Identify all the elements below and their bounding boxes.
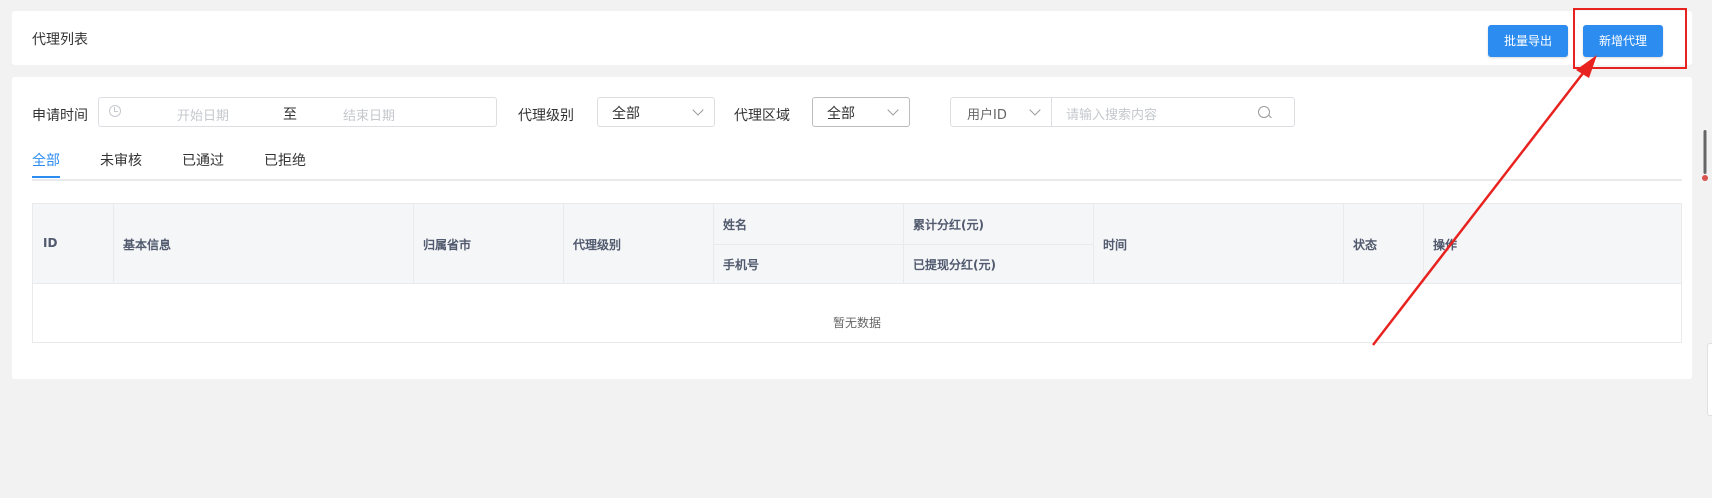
column-divider <box>1423 204 1424 284</box>
column-divider <box>1093 204 1094 284</box>
end-date-input[interactable]: 结束日期 <box>343 105 395 124</box>
main-panel: 申请时间 开始日期 至 结束日期 代理级别 全部 代理区域 全部 用户ID 请输… <box>12 77 1692 379</box>
col-basic-info: 基本信息 <box>123 238 172 252</box>
clock-icon <box>109 105 121 117</box>
side-panel-tab[interactable] <box>1707 343 1712 416</box>
batch-export-button[interactable]: 批量导出 <box>1488 25 1568 57</box>
agent-level-label: 代理级别 <box>518 108 574 124</box>
tab-pending[interactable]: 未审核 <box>100 150 142 170</box>
range-separator: 至 <box>283 107 297 123</box>
col-id: ID <box>43 236 58 250</box>
col-province-city: 归属省市 <box>423 238 472 252</box>
search-input[interactable]: 请输入搜索内容 <box>1066 104 1157 123</box>
apply-time-label: 申请时间 <box>32 108 88 124</box>
col-phone: 手机号 <box>723 258 760 272</box>
agent-region-value: 全部 <box>827 106 855 122</box>
chevron-down-icon <box>887 104 899 116</box>
empty-state-text: 暂无数据 <box>832 316 881 330</box>
search-group: 用户ID 请输入搜索内容 <box>950 97 1295 127</box>
chevron-down-icon <box>692 104 704 116</box>
col-withdrawn-dividend: 已提现分红(元) <box>913 258 996 272</box>
col-actions: 操作 <box>1433 238 1458 252</box>
column-divider <box>413 204 414 284</box>
tab-approved[interactable]: 已通过 <box>182 150 224 170</box>
search-type-value: 用户ID <box>967 108 1007 123</box>
tab-rejected[interactable]: 已拒绝 <box>264 150 306 170</box>
header-row-divider <box>713 244 1093 245</box>
col-status: 状态 <box>1353 238 1378 252</box>
scrollbar-thumb[interactable] <box>1702 130 1708 184</box>
search-icon[interactable] <box>1258 106 1270 118</box>
column-divider <box>563 204 564 284</box>
page-header: 代理列表 批量导出 新增代理 <box>12 11 1692 65</box>
col-time: 时间 <box>1103 238 1128 252</box>
col-total-dividend: 累计分红(元) <box>913 218 984 232</box>
column-divider <box>1343 204 1344 284</box>
chevron-down-icon <box>1029 104 1041 116</box>
scrollbar-knob <box>1702 175 1708 181</box>
col-name: 姓名 <box>723 218 748 232</box>
column-divider <box>113 204 114 284</box>
search-type-select[interactable]: 用户ID <box>951 98 1052 126</box>
start-date-input[interactable]: 开始日期 <box>177 105 229 124</box>
scrollbar-track <box>1703 130 1707 174</box>
status-tabs: 全部 未审核 已通过 已拒绝 <box>32 145 1682 181</box>
date-range-picker[interactable]: 开始日期 至 结束日期 <box>98 97 497 127</box>
page-title: 代理列表 <box>32 32 88 48</box>
agent-region-label: 代理区域 <box>734 108 790 124</box>
agent-table: ID 基本信息 归属省市 代理级别 姓名 手机号 累计分红(元) 已提现分红(元… <box>32 203 1682 343</box>
agent-level-value: 全部 <box>612 106 640 122</box>
col-agent-level: 代理级别 <box>573 238 622 252</box>
active-tab-indicator <box>32 176 60 178</box>
add-agent-button[interactable]: 新增代理 <box>1583 25 1663 57</box>
agent-region-select[interactable]: 全部 <box>812 97 910 127</box>
tab-all[interactable]: 全部 <box>32 150 60 170</box>
agent-level-select[interactable]: 全部 <box>597 97 715 127</box>
table-header: ID 基本信息 归属省市 代理级别 姓名 手机号 累计分红(元) 已提现分红(元… <box>33 204 1681 284</box>
